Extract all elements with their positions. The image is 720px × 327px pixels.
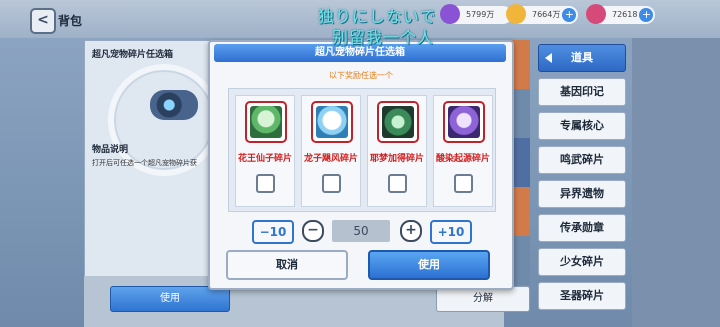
reward-item-name: 龙子飓风碎片 [303,154,358,164]
overlay-caption-2: 别留我一个人 [332,28,435,47]
currency-value: 5799万 [466,10,495,19]
tab-props[interactable]: 道具 [538,44,626,72]
minus-10-button[interactable]: −10 [252,220,294,244]
item-detail-title: 超凡宠物碎片任选箱 [92,50,174,60]
tab-mingwu-fragments[interactable]: 鸣武碎片 [538,146,626,174]
pet-fragment-icon [443,101,485,143]
currency-value: 72618 [612,10,638,19]
currency-gem: 72618 + [586,4,656,24]
item-desc-heading: 物品说明 [92,145,129,155]
plus-button[interactable]: + [400,220,422,242]
reward-item-name: 耶梦加得碎片 [369,154,424,164]
gem-icon [586,4,606,24]
back-button[interactable]: < [30,8,56,34]
confirm-use-button[interactable]: 使用 [368,250,490,280]
category-tabs: 道具 基因印记 专属核心 鸣武碎片 异界遗物 传承勋章 少女碎片 圣器碎片 [538,44,628,316]
pet-fragment-icon [245,101,287,143]
pet-fragment-icon [377,101,419,143]
tab-artifact-fragments[interactable]: 圣器碎片 [538,282,626,310]
selection-dialog: 超凡宠物碎片任选箱 以下奖励任选一个 花王仙子碎片 龙子飓风碎片 耶梦加得碎片 [208,40,514,290]
pet-fragment-icon [311,101,353,143]
item-box-icon [150,90,198,120]
tab-gene-imprint[interactable]: 基因印记 [538,78,626,106]
currency-value: 7664万 [532,10,561,19]
reward-checkbox[interactable] [256,174,275,193]
reward-checkbox[interactable] [388,174,407,193]
quantity-value[interactable]: 50 [332,220,390,242]
item-desc-text: 打开后可任选一个超凡宠物碎片获 [92,159,197,167]
tab-girl-fragments[interactable]: 少女碎片 [538,248,626,276]
add-gem-button[interactable]: + [639,8,654,22]
reward-checkbox[interactable] [322,174,341,193]
reward-item-name: 花王仙子碎片 [237,154,292,164]
tab-otherworld-relics[interactable]: 异界遗物 [538,180,626,208]
dialog-subtitle: 以下奖励任选一个 [329,71,393,80]
plus-10-button[interactable]: +10 [430,220,472,244]
gold-coin-icon [506,4,526,24]
minus-button[interactable]: − [302,220,324,242]
reward-item[interactable]: 耶梦加得碎片 [367,95,427,207]
reward-item[interactable]: 酸染起源碎片 [433,95,493,207]
right-edge-bg [632,38,720,327]
currency-power: 5799万 [440,4,513,24]
tab-exclusive-core[interactable]: 专属核心 [538,112,626,140]
reward-checkbox[interactable] [454,174,473,193]
reward-item[interactable]: 花王仙子碎片 [235,95,295,207]
add-gold-button[interactable]: + [562,8,577,22]
power-icon [440,4,460,24]
reward-list: 花王仙子碎片 龙子飓风碎片 耶梦加得碎片 酸染起源碎片 [228,88,496,212]
quantity-stepper: −10 − 50 + +10 [210,220,512,244]
reward-item[interactable]: 龙子飓风碎片 [301,95,361,207]
cancel-button[interactable]: 取消 [226,250,348,280]
tab-legacy-medals[interactable]: 传承勋章 [538,214,626,242]
reward-item-name: 酸染起源碎片 [435,154,490,164]
page-title: 背包 [58,14,83,28]
currency-gold: 7664万 + [506,4,579,24]
